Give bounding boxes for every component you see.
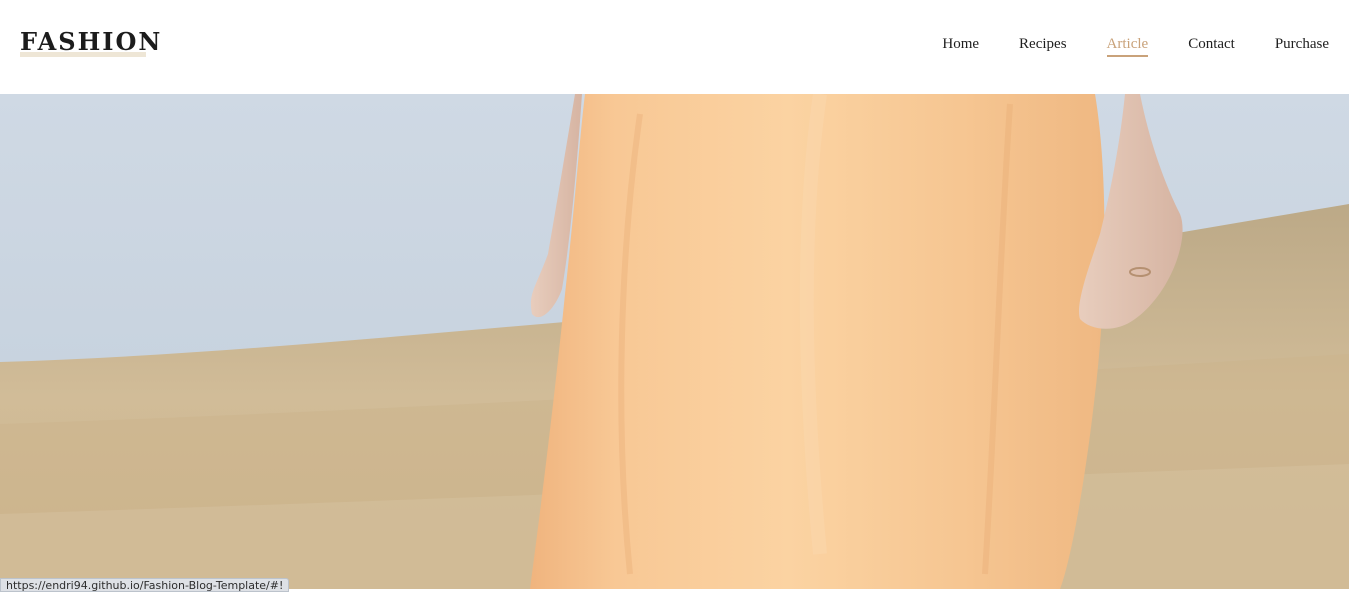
- browser-status-url: https://endri94.github.io/Fashion-Blog-T…: [0, 578, 290, 592]
- main-nav: Home Recipes Article Contact Purchase: [942, 35, 1329, 57]
- hero-photo-illustration: [0, 94, 1349, 589]
- nav-item-purchase[interactable]: Purchase: [1275, 35, 1329, 57]
- logo-underline: [20, 52, 146, 57]
- nav-item-contact[interactable]: Contact: [1188, 35, 1235, 57]
- site-header: FASHION Home Recipes Article Contact Pur…: [0, 0, 1349, 94]
- nav-item-home[interactable]: Home: [942, 35, 979, 57]
- nav-item-article[interactable]: Article: [1106, 35, 1149, 57]
- nav-item-recipes[interactable]: Recipes: [1019, 35, 1066, 57]
- hero-image: [0, 94, 1349, 589]
